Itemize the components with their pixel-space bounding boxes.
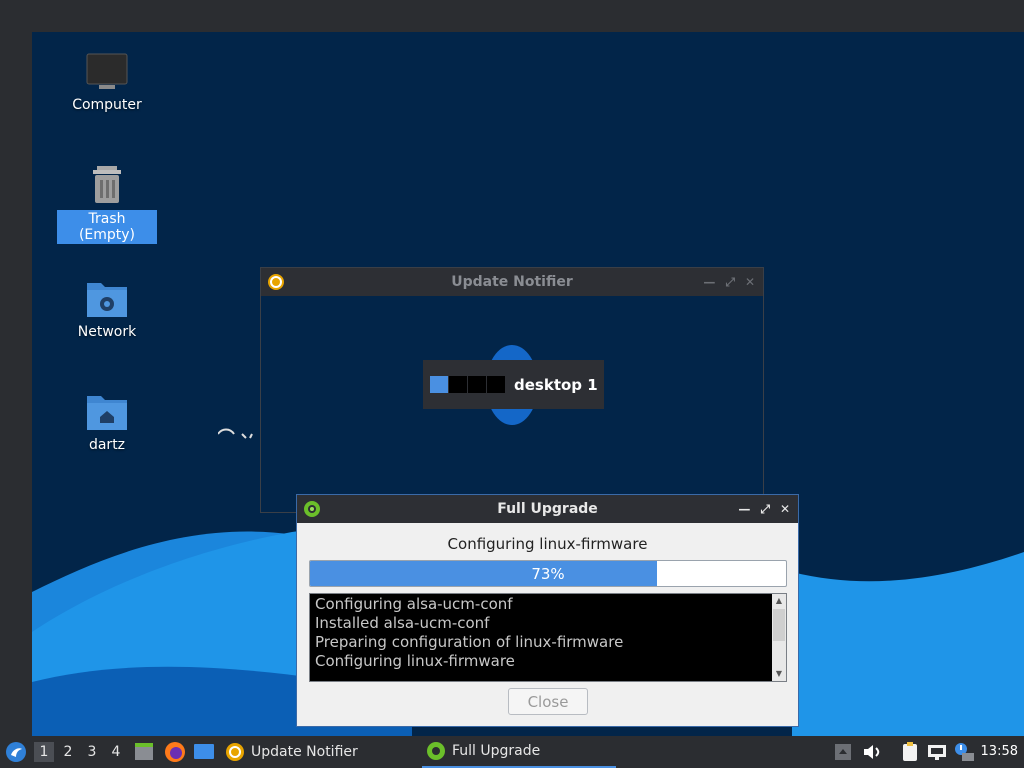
scroll-down-icon[interactable]: ▼ [772, 667, 786, 681]
gear-icon [304, 501, 320, 517]
progress-label: 73% [531, 564, 565, 583]
status-text: Configuring linux-firmware [447, 535, 648, 553]
home-folder-icon [87, 396, 127, 430]
taskbar: 1 2 3 4 Update Notifier Full Upgrade 13:… [0, 736, 1024, 768]
network-folder-icon [87, 283, 127, 317]
minimize-icon[interactable]: — [738, 502, 750, 516]
scrollbar-thumb[interactable] [773, 609, 785, 641]
gear-icon [427, 742, 445, 760]
task-label: Update Notifier [251, 744, 358, 760]
workspace-preview-3 [468, 376, 486, 393]
desktop-icon-label: dartz [88, 437, 126, 453]
desktop-icon-computer[interactable]: Computer [57, 52, 157, 114]
update-available-icon[interactable] [953, 741, 975, 763]
workspace-button-4[interactable]: 4 [106, 742, 126, 762]
task-label: Full Upgrade [452, 743, 541, 759]
volume-icon[interactable] [862, 743, 882, 761]
task-full-upgrade[interactable]: Full Upgrade [422, 736, 616, 768]
file-manager-icon[interactable] [134, 742, 154, 762]
minimize-icon[interactable]: — [703, 275, 715, 289]
close-icon[interactable]: ✕ [780, 502, 790, 516]
full-upgrade-titlebar[interactable]: Full Upgrade — ⤢ ✕ [297, 495, 798, 523]
workspace-button-2[interactable]: 2 [58, 742, 78, 762]
close-icon[interactable]: ✕ [745, 275, 755, 289]
desktop-icon-network[interactable]: Network [57, 277, 157, 341]
computer-icon [86, 53, 128, 89]
window-title: Full Upgrade [497, 501, 598, 517]
desktop-icon-label: Trash (Empty) [57, 210, 157, 244]
workspace-preview-4 [487, 376, 505, 393]
firefox-icon[interactable] [164, 741, 186, 763]
loading-spinner-icon [218, 428, 253, 439]
full-upgrade-window[interactable]: Full Upgrade — ⤢ ✕ Configuring linux-fir… [296, 494, 799, 727]
trash-icon [93, 166, 121, 203]
log-scrollbar[interactable]: ▲ ▼ [772, 594, 786, 681]
show-desktop-icon[interactable] [193, 743, 215, 761]
log-line: Configuring linux-firmware [315, 652, 515, 670]
workspace-button-3[interactable]: 3 [82, 742, 102, 762]
log-line: Preparing configuration of linux-firmwar… [315, 633, 624, 651]
maximize-icon[interactable]: ⤢ [725, 275, 735, 290]
update-icon [268, 274, 284, 290]
clock[interactable]: 13:58 [981, 736, 1018, 768]
window-title: Update Notifier [451, 274, 573, 290]
workspace-preview-2 [449, 376, 467, 393]
desktop-icon-trash[interactable]: Trash (Empty) [57, 164, 157, 244]
update-notifier-titlebar[interactable]: Update Notifier — ⤢ ✕ [261, 268, 763, 296]
workspace-label: desktop 1 [514, 375, 598, 394]
desktop-icon-dartz[interactable]: dartz [57, 390, 157, 454]
tray-arrow-up-icon[interactable] [834, 743, 852, 761]
scroll-up-icon[interactable]: ▲ [772, 594, 786, 608]
log-output[interactable]: Configuring alsa-ucm-conf Installed alsa… [309, 593, 787, 682]
update-icon [226, 743, 244, 761]
log-line: Installed alsa-ucm-conf [315, 614, 490, 632]
workspace-preview-1 [430, 376, 448, 393]
progress-bar: 73% [309, 560, 787, 587]
log-line: Configuring alsa-ucm-conf [315, 595, 513, 613]
network-icon[interactable] [927, 742, 947, 762]
app-menu-icon[interactable] [5, 741, 27, 763]
maximize-icon[interactable]: ⤢ [760, 502, 770, 517]
desktop-icon-label: Network [77, 324, 137, 340]
task-update-notifier[interactable]: Update Notifier [225, 736, 415, 768]
desktop-icon-label: Computer [72, 97, 142, 113]
workspace-switch-popup: desktop 1 [423, 360, 604, 409]
close-button[interactable]: Close [508, 688, 588, 715]
clipboard-icon[interactable] [900, 742, 920, 762]
workspace-button-1[interactable]: 1 [34, 742, 54, 762]
